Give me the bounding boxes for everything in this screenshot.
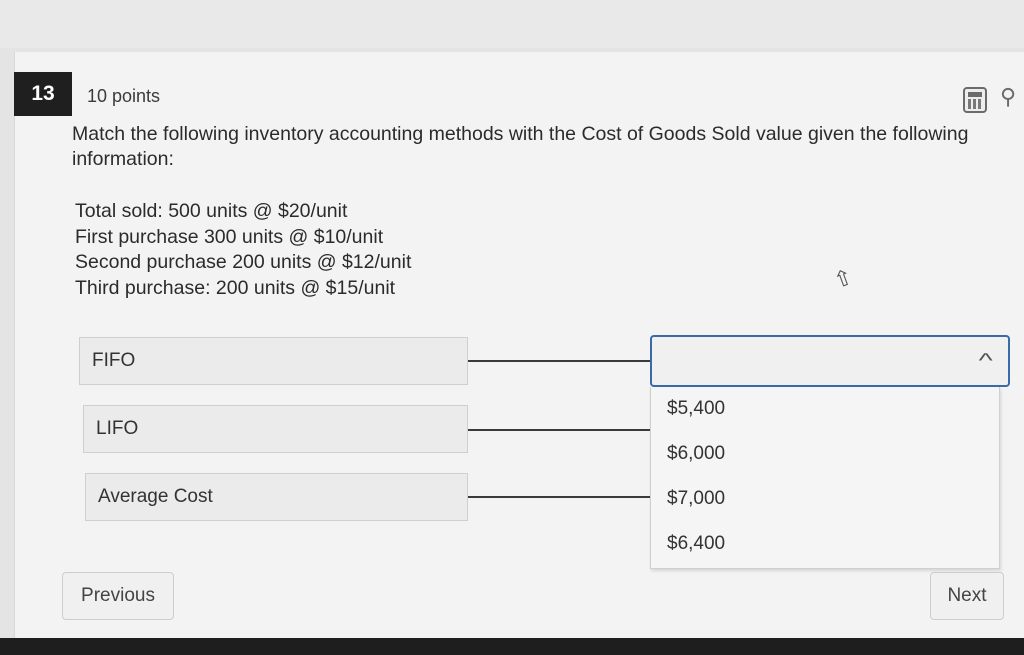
question-points: 10 points — [87, 86, 161, 106]
question-info: Total sold: 500 units @ $20/unit First p… — [75, 199, 411, 301]
taskbar — [0, 638, 1024, 655]
question-prompt: Match the following inventory accounting… — [72, 123, 969, 170]
pin-icon[interactable]: ⚲ — [1000, 84, 1016, 110]
dropdown-option[interactable]: $6,000 — [667, 443, 725, 465]
info-line: First purchase 300 units @ $10/unit — [75, 225, 384, 248]
calculator-icon[interactable] — [963, 87, 987, 113]
info-line: Second purchase 200 units @ $12/unit — [75, 251, 412, 273]
match-term-lifo: LIFO — [83, 405, 468, 453]
match-term-fifo: FIFO — [79, 337, 468, 385]
dropdown-option[interactable]: $7,000 — [667, 488, 725, 510]
next-button[interactable]: Next — [930, 572, 1004, 620]
question-number-badge: 13 — [14, 72, 72, 116]
match-term-average-cost: Average Cost — [85, 473, 468, 521]
info-line: Third purchase: 200 units @ $15/unit — [75, 276, 396, 299]
info-line: Total sold: 500 units @ $20/unit — [75, 200, 348, 222]
connector-line — [468, 496, 650, 498]
chevron-up-icon[interactable]: ^ — [978, 350, 992, 373]
top-background — [0, 0, 1024, 48]
previous-button[interactable]: Previous — [62, 572, 174, 620]
dropdown-option[interactable]: $5,400 — [667, 398, 725, 420]
connector-line — [468, 360, 650, 362]
dropdown-option[interactable]: $6,400 — [667, 533, 725, 555]
answer-dropdown-fifo[interactable]: ^ — [650, 335, 1010, 387]
connector-line — [468, 429, 650, 431]
dropdown-menu: $5,400 $6,000 $7,000 $6,400 — [650, 387, 1000, 569]
